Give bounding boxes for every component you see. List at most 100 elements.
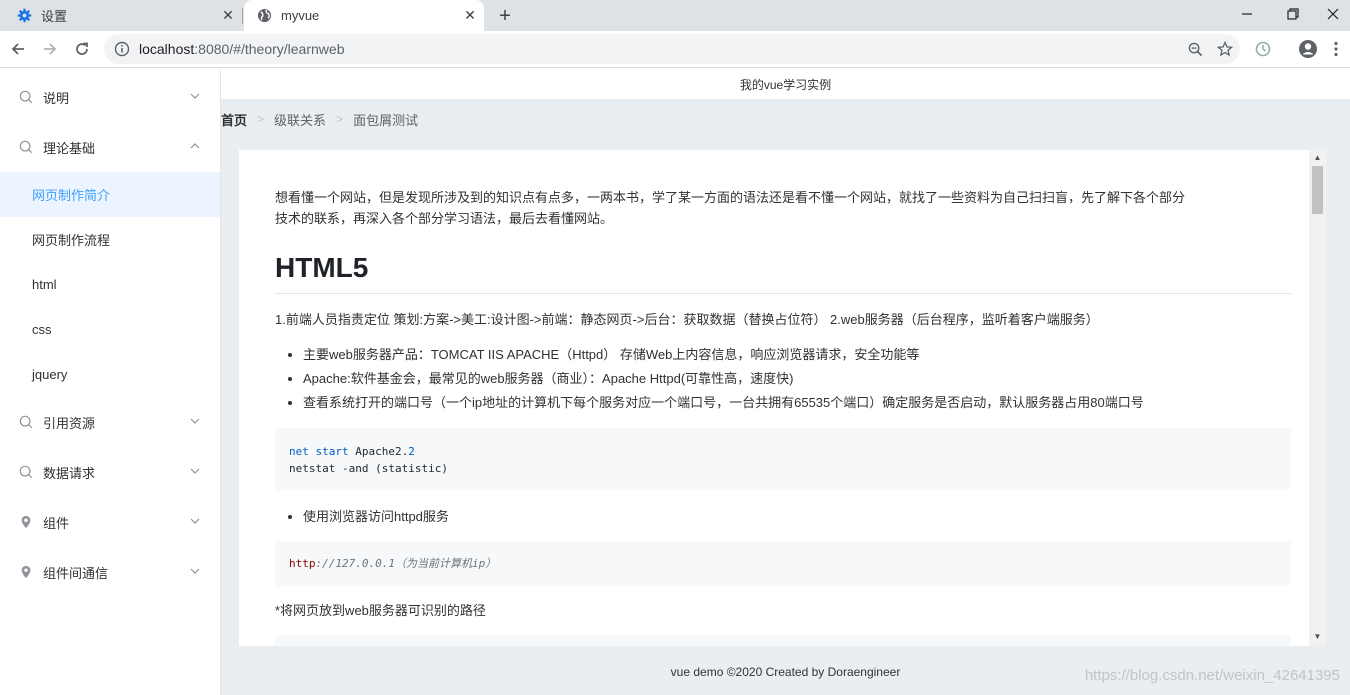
code-block	[275, 635, 1291, 646]
tab-title: myvue	[281, 8, 320, 23]
chevron-down-icon	[190, 418, 200, 424]
breadcrumb-home[interactable]: 首页	[221, 110, 247, 129]
breadcrumb-item: 面包屑测试	[353, 112, 419, 128]
close-icon[interactable]: ✕	[456, 2, 484, 30]
tab-separator	[242, 8, 243, 24]
bookmark-button[interactable]	[1210, 34, 1240, 64]
sidebar-group-label: 说明	[43, 90, 70, 106]
main-container: 我的vue学习实例 首页 > 级联关系 > 面包屑测试 想看懂一个网站，但是发现…	[221, 69, 1350, 695]
tab-myvue[interactable]: myvue ✕	[244, 0, 484, 31]
sidebar-group-label: 数据请求	[43, 465, 96, 481]
sidebar-group-label: 引用资源	[43, 415, 96, 431]
page-header: 我的vue学习实例	[221, 69, 1350, 99]
breadcrumb-item: 级联关系	[274, 112, 327, 128]
window-close-button[interactable]	[1316, 0, 1350, 28]
intro-line: 技术的联系，再深入各个部分学习语法，最后去看懂网站。	[275, 211, 614, 226]
sidebar-group-label: 组件间通信	[43, 565, 109, 581]
profile-button[interactable]	[1294, 35, 1322, 63]
sidebar-item-wangye-liucheng[interactable]: 网页制作流程	[0, 217, 220, 262]
sidebar-item-css[interactable]: css	[0, 307, 220, 352]
code-keyword: start	[315, 445, 349, 458]
code-scheme: http	[289, 557, 316, 570]
tab-settings[interactable]: 设置 ✕	[0, 0, 242, 31]
reload-button[interactable]	[68, 35, 96, 63]
browser-menu-button[interactable]	[1326, 35, 1346, 63]
intro-line: 想看懂一个网站，但是发现所涉及到的知识点有点多，一两本书，学了某一方面的语法还是…	[275, 190, 1186, 205]
code-line: net start Apache2.2	[289, 443, 1291, 460]
restore-button[interactable]	[1270, 0, 1316, 28]
location-icon	[18, 564, 34, 580]
sidebar-group-shuju[interactable]: 数据请求	[0, 447, 220, 497]
sidebar-group-shuoming[interactable]: 说明	[0, 72, 220, 122]
chevron-down-icon	[190, 468, 200, 474]
search-icon	[18, 89, 34, 105]
code-comment: ://127.0.0.1（为当前计算机ip）	[315, 557, 497, 570]
list-item: 查看系统打开的端口号（一个ip地址的计算机下每个服务对应一个端口号，一台共拥有6…	[303, 391, 1144, 415]
code-line: netstat -and (statistic)	[289, 462, 448, 475]
code-keyword: net	[289, 445, 309, 458]
sidebar-group-zujian[interactable]: 组件	[0, 497, 220, 547]
bullet-list: 使用浏览器访问httpd服务	[275, 505, 449, 529]
restore-icon	[1287, 8, 1299, 20]
chevron-down-icon	[190, 518, 200, 524]
zoom-out-icon	[1188, 42, 1202, 56]
article-paragraph: 1.前端人员指责定位 策划:方案->美工:设计图->前端：静态网页->后台：获取…	[275, 312, 1099, 327]
list-item: 使用浏览器访问httpd服务	[303, 505, 449, 529]
location-icon	[18, 514, 34, 530]
sidebar-item-html[interactable]: html	[0, 262, 220, 307]
scroll-up-icon[interactable]: ▲	[1313, 153, 1322, 162]
arrow-right-icon	[44, 43, 57, 55]
sidebar-group-tongxin[interactable]: 组件间通信	[0, 547, 220, 597]
tab-title: 设置	[41, 9, 68, 24]
heading-divider	[275, 293, 1291, 294]
intro-paragraph: 想看懂一个网站，但是发现所涉及到的知识点有点多，一两本书，学了某一方面的语法还是…	[275, 187, 1291, 229]
address-bar[interactable]: localhost:8080/#/theory/learnweb	[104, 34, 1240, 64]
arrow-left-icon	[11, 43, 24, 55]
article-panel: 想看懂一个网站，但是发现所涉及到的知识点有点多，一两本书，学了某一方面的语法还是…	[239, 150, 1326, 646]
breadcrumb: 首页 > 级联关系 > 面包屑测试	[221, 109, 418, 129]
scrollbar[interactable]: ▲ ▼	[1309, 150, 1326, 646]
zoom-button[interactable]	[1180, 34, 1210, 64]
code-text: Apache2.	[348, 445, 409, 458]
scroll-thumb[interactable]	[1312, 166, 1323, 214]
sidebar-group-yinyong[interactable]: 引用资源	[0, 397, 220, 447]
minimize-button[interactable]	[1224, 0, 1270, 28]
search-icon	[18, 139, 34, 155]
browser-tab-bar: 设置 ✕ myvue ✕ +	[0, 0, 1350, 31]
sidebar-item-wangye-jianjie[interactable]: 网页制作简介	[0, 172, 220, 217]
back-button[interactable]	[4, 35, 32, 63]
code-block: net start Apache2.2 netstat -and (statis…	[275, 428, 1291, 490]
bullet-list: 主要web服务器产品：TOMCAT IIS APACHE（Httpd） 存储We…	[275, 343, 1144, 415]
browser-toolbar: localhost:8080/#/theory/learnweb	[0, 31, 1350, 68]
list-item: 主要web服务器产品：TOMCAT IIS APACHE（Httpd） 存储We…	[303, 343, 1144, 367]
new-tab-button[interactable]: +	[492, 3, 518, 29]
sidebar-group-label: 理论基础	[43, 140, 96, 156]
globe-icon	[256, 8, 272, 24]
close-icon[interactable]: ✕	[214, 2, 242, 30]
article-heading: HTML5	[275, 252, 369, 283]
avatar-icon	[1299, 40, 1317, 58]
reload-icon	[76, 42, 88, 55]
scroll-down-icon[interactable]: ▼	[1313, 632, 1322, 641]
extension-button[interactable]	[1249, 35, 1277, 63]
more-vert-icon	[1334, 41, 1338, 57]
chevron-right-icon: >	[336, 112, 344, 126]
chevron-down-icon	[190, 568, 200, 574]
close-icon	[1327, 8, 1339, 20]
gear-icon	[16, 8, 32, 24]
list-item: Apache:软件基金会，最常见的web服务器（商业）：Apache Httpd…	[303, 367, 1144, 391]
info-icon[interactable]	[114, 41, 130, 57]
sidebar-group-lilun[interactable]: 理论基础	[0, 122, 220, 172]
sidebar-group-label: 组件	[43, 515, 70, 531]
sidebar-item-jquery[interactable]: jquery	[0, 352, 220, 397]
chevron-up-icon	[190, 143, 200, 149]
minimize-icon	[1242, 13, 1252, 15]
url-text: localhost:8080/#/theory/learnweb	[139, 41, 1180, 57]
search-icon	[18, 464, 34, 480]
forward-button[interactable]	[36, 35, 64, 63]
chevron-down-icon	[190, 93, 200, 99]
url-host: localhost	[139, 41, 195, 57]
star-icon	[1217, 41, 1233, 57]
code-block: http://127.0.0.1（为当前计算机ip）	[275, 541, 1291, 586]
code-number: 2	[408, 445, 415, 458]
